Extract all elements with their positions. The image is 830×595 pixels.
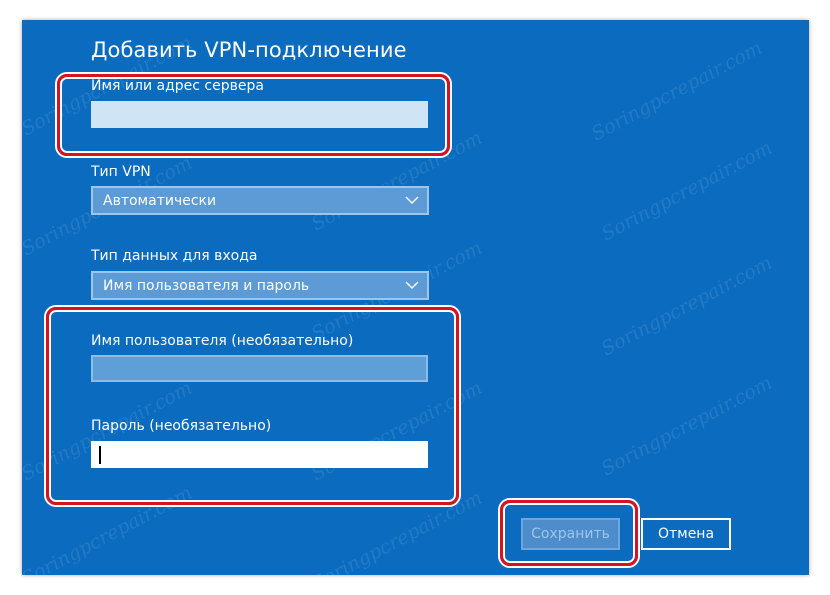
signin-type-label: Тип данных для входа [91,248,258,264]
watermark: Soringpcrepair.com [597,371,776,481]
text-caret [99,446,101,464]
save-button[interactable]: Сохранить [521,518,620,550]
watermark: Soringpcrepair.com [307,486,486,575]
add-vpn-dialog: Soringpcrepair.com Soringpcrepair.com So… [22,20,809,575]
watermark: Soringpcrepair.com [597,136,776,246]
chevron-down-icon [405,196,419,205]
watermark: Soringpcrepair.com [587,36,766,146]
chevron-down-icon [405,281,419,290]
dialog-title: Добавить VPN-подключение [91,38,407,62]
signin-type-dropdown[interactable]: Имя пользователя и пароль [91,271,429,300]
password-input[interactable] [91,441,428,468]
signin-type-value: Имя пользователя и пароль [103,278,310,294]
vpn-type-label: Тип VPN [91,164,151,180]
server-input[interactable] [91,101,428,128]
watermark: Soringpcrepair.com [307,376,486,486]
server-label: Имя или адрес сервера [91,78,264,94]
username-label: Имя пользователя (необязательно) [91,333,354,349]
watermark: Soringpcrepair.com [22,481,196,575]
vpn-type-value: Автоматически [103,193,217,209]
cancel-button[interactable]: Отмена [641,518,731,550]
password-label: Пароль (необязательно) [91,418,272,434]
vpn-type-dropdown[interactable]: Автоматически [91,186,429,215]
watermark: Soringpcrepair.com [307,126,486,236]
watermark: Soringpcrepair.com [597,251,776,361]
username-input[interactable] [91,355,428,382]
